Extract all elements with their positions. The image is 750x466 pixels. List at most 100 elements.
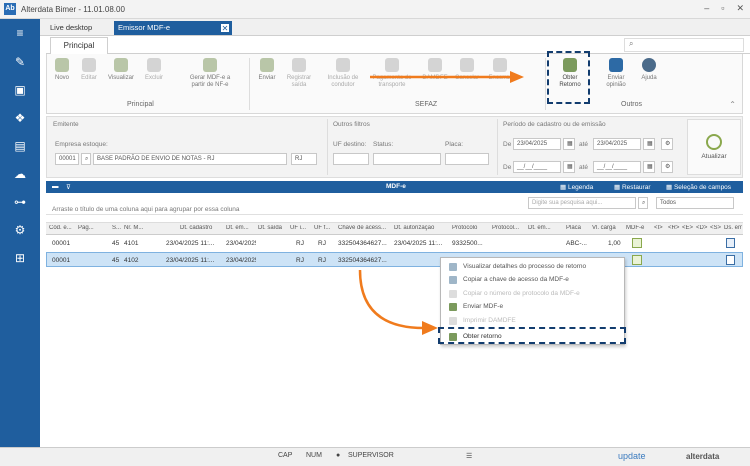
table-row-selected[interactable]: 00001 45 4102 23/04/2025 11:... 23/04/20… [46, 252, 743, 267]
column-header[interactable]: Ds. emi [724, 225, 742, 231]
options-gear-icon[interactable]: ⚙ [661, 161, 673, 173]
restaurar-button[interactable]: ▦ Restaurar [614, 183, 651, 191]
cell: 23/04/2025 ... [226, 240, 256, 247]
maximize-button[interactable]: ▫ [721, 3, 724, 14]
xml-icon[interactable] [632, 255, 642, 265]
column-header[interactable]: Dt. em... [528, 225, 562, 231]
calendar-icon[interactable]: ▦ [643, 138, 655, 150]
document-icon[interactable] [726, 238, 735, 248]
menu-item-imprimir-damdfe[interactable]: Imprimir DAMDFE [447, 315, 516, 326]
enviar-button[interactable]: Enviar [255, 58, 279, 82]
calendar-icon[interactable]: ▦ [643, 161, 655, 173]
empresa-uf-field[interactable]: RJ [291, 153, 317, 165]
menu-item-visualizar-detalhes[interactable]: Visualizar detalhes do processo de retor… [447, 261, 586, 272]
selecao-campos-button[interactable]: ▦ Seleção de campos [666, 183, 731, 191]
search-icon[interactable]: ⌕ [624, 38, 744, 52]
tab-emissor-mdfe[interactable]: Emissor MDF-e ✕ [114, 21, 232, 35]
ate-date-field[interactable]: 23/04/2025 [593, 138, 641, 150]
de2-date-field[interactable]: __/__/____ [513, 161, 561, 173]
status-select[interactable] [373, 153, 441, 165]
column-header[interactable]: UF f... [314, 225, 334, 231]
column-header[interactable]: Protocolo [452, 225, 486, 231]
atualizar-button[interactable]: Atualizar [687, 119, 741, 175]
excluir-button[interactable]: Excluir [141, 58, 167, 82]
network-icon[interactable]: ⊶ [12, 194, 28, 210]
alterdata-logo: alterdata [686, 452, 720, 461]
enviar-opiniao-button[interactable]: Enviar opinião [601, 58, 631, 89]
grid-filter-select[interactable]: Todos [656, 197, 734, 209]
novo-button[interactable]: Novo [51, 58, 73, 82]
annotation-arrow-curved [358, 269, 438, 335]
grid-filter-icon[interactable]: ⊽ [66, 183, 71, 191]
view-icon [114, 58, 128, 72]
uf-destino-select[interactable] [333, 153, 369, 165]
settings-icon[interactable]: ⚙ [12, 222, 28, 238]
gerar-mdfe-button[interactable]: Gerar MDF-e a partir de NF-e [187, 58, 233, 89]
contact-card-icon[interactable]: ▣ [12, 82, 28, 98]
menu-item-enviar-mdfe[interactable]: Enviar MDF-e [447, 301, 503, 312]
column-header[interactable]: <S> [710, 225, 722, 231]
ribbon-tab-principal[interactable]: Principal [50, 37, 108, 54]
search-icon[interactable]: ⌕ [638, 197, 648, 209]
column-header[interactable]: Chave de acess... [338, 225, 390, 231]
column-header[interactable]: Protocol... [492, 225, 522, 231]
ate2-date-field[interactable]: __/__/____ [593, 161, 641, 173]
apps-grid-icon[interactable]: ⊞ [12, 250, 28, 266]
placa-label: Placa: [445, 141, 464, 148]
cell: 45 [112, 240, 120, 247]
edit-icon [82, 58, 96, 72]
visualizar-button[interactable]: Visualizar [105, 58, 137, 82]
grid-menu-icon[interactable]: ▬ [52, 183, 59, 190]
calendar-icon[interactable]: ▦ [563, 138, 575, 150]
column-header[interactable]: Vl. carga [592, 225, 622, 231]
xml-icon[interactable] [632, 238, 642, 248]
cloud-icon[interactable]: ☁ [12, 166, 28, 182]
column-header[interactable]: <I> [654, 225, 666, 231]
grid-search-input[interactable]: Digite sua pesquisa aqui... [528, 197, 636, 209]
cell: 4102 [124, 257, 139, 264]
ajuda-button[interactable]: Ajuda [637, 58, 661, 82]
column-header[interactable]: Dt. saída [258, 225, 286, 231]
cell: 00001 [52, 240, 71, 247]
empresa-code-field[interactable]: 00001 [55, 153, 79, 165]
ribbon-separator [249, 58, 250, 110]
column-header[interactable]: <R> [668, 225, 680, 231]
calendar-icon[interactable]: ▦ [563, 161, 575, 173]
menu-icon[interactable]: ≡ [12, 25, 28, 41]
boxes-icon[interactable]: ❖ [12, 110, 28, 126]
column-header[interactable]: MDF-e [626, 225, 650, 231]
button-label: Ajuda [641, 75, 657, 81]
placa-field[interactable] [445, 153, 489, 165]
column-header[interactable]: Dt. autorização [394, 225, 446, 231]
editar-button[interactable]: Editar [77, 58, 101, 82]
column-header[interactable]: Cód. e... [49, 225, 75, 231]
empresa-search-icon[interactable]: ⌕ [81, 153, 91, 165]
collapse-ribbon-icon[interactable]: ⌃ [729, 100, 736, 109]
minimize-button[interactable]: – [704, 3, 709, 14]
menu-item-copiar-protocolo[interactable]: Copiar o número de protocolo da MDF-e [447, 288, 580, 299]
tab-live-desktop[interactable]: Live desktop [46, 21, 112, 35]
legenda-button[interactable]: ▦ Legenda [560, 183, 593, 191]
close-button[interactable]: ✕ [736, 3, 744, 14]
pin-icon[interactable]: ✎ [12, 54, 28, 70]
inclusao-condutor-button[interactable]: Inclusão de condutor [325, 58, 361, 89]
documents-icon[interactable]: ▤ [12, 138, 28, 154]
column-header[interactable]: Placa [566, 225, 588, 231]
empresa-name-field[interactable]: BASE PADRÃO DE ENVIO DE NOTAS - RJ [93, 153, 287, 165]
column-header[interactable]: Nr. M... [124, 225, 148, 231]
de-date-field[interactable]: 23/04/2025 [513, 138, 561, 150]
column-header[interactable]: <D> [696, 225, 708, 231]
copy-icon [449, 290, 457, 298]
column-header[interactable]: Pag... [78, 225, 98, 231]
column-header[interactable]: UF i... [290, 225, 310, 231]
registrar-saida-button[interactable]: Registrar saída [283, 58, 315, 89]
options-gear-icon[interactable]: ⚙ [661, 138, 673, 150]
table-row[interactable]: 00001 45 4101 23/04/2025 11:... 23/04/20… [46, 236, 743, 251]
document-icon[interactable] [726, 255, 735, 265]
column-header[interactable]: Dt. cadastro [180, 225, 220, 231]
column-header[interactable]: S... [112, 225, 124, 231]
column-header[interactable]: <E> [682, 225, 694, 231]
menu-item-copiar-chave[interactable]: Copiar a chave de acesso da MDF-e [447, 274, 569, 285]
close-tab-icon[interactable]: ✕ [220, 23, 230, 33]
column-header[interactable]: Dt. em... [226, 225, 252, 231]
